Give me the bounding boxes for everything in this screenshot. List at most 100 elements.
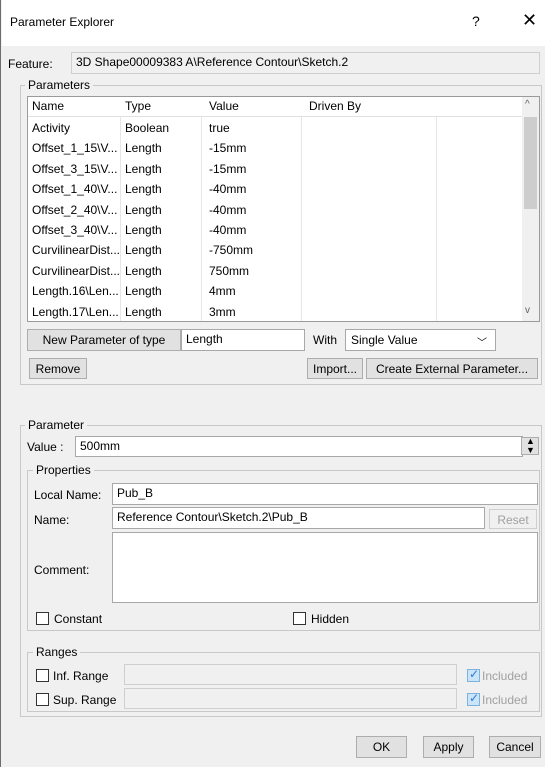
value-label: Value : (27, 440, 64, 454)
spin-down-icon[interactable]: ▼ (526, 445, 535, 455)
scroll-thumb[interactable] (524, 117, 537, 209)
hidden-label: Hidden (311, 612, 350, 626)
parameter-explorer-window: Parameter Explorer ? ✕ Feature: 3D Shape… (0, 0, 545, 767)
table-cell: 3mm (209, 304, 236, 319)
table-row[interactable]: CurvilinearDist... Length 750mm (28, 262, 523, 280)
table-cell: Length (125, 243, 162, 258)
table-cell: Activity (32, 121, 71, 135)
table-cell: Length.17\Len... (32, 304, 119, 319)
table-row[interactable]: Offset_3_15\V... Length -15mm (28, 160, 523, 178)
comment-label: Comment: (34, 563, 90, 577)
table-row[interactable]: CurvilinearDist... Length -750mm (28, 241, 523, 259)
table-cell: Length (125, 284, 162, 299)
table-cell: -40mm (209, 202, 247, 217)
feature-field: 3D Shape00009383 A\Reference Contour\Ske… (71, 52, 540, 74)
chevron-down-icon: ﹀ (477, 338, 487, 349)
sup-range-label: Sup. Range (53, 693, 117, 707)
included-inf-label: Included (482, 669, 528, 683)
scroll-up-icon[interactable]: ^ (525, 99, 530, 110)
cancel-button[interactable]: Cancel (489, 736, 541, 758)
sup-range-field (124, 688, 457, 709)
included-sup-label: Included (482, 693, 528, 707)
table-row[interactable]: Offset_3_40\V... Length -40mm (28, 221, 523, 239)
parameter-group-label: Parameter (25, 418, 88, 432)
table-cell: Offset_3_40\V... (32, 223, 118, 237)
check-icon: ✓ (469, 691, 480, 705)
table-row[interactable]: Offset_1_40\V... Length -40mm (28, 180, 523, 198)
local-name-field[interactable]: Pub_B (112, 483, 538, 505)
local-name-label: Local Name: (34, 488, 102, 502)
with-combobox[interactable]: Single Value ﹀ (345, 329, 496, 351)
table-row[interactable]: Length.16\Len... Length 4mm (28, 282, 523, 300)
ok-button[interactable]: OK (356, 736, 407, 758)
header-value[interactable]: Value (209, 99, 239, 113)
value-field[interactable]: 500mm (75, 436, 523, 457)
table-cell: Length (125, 141, 162, 156)
inf-range-label: Inf. Range (53, 669, 109, 683)
table-row[interactable]: Activity Boolean true (28, 119, 523, 137)
table-cell: CurvilinearDist... (32, 263, 121, 278)
sup-range-checkbox[interactable] (36, 693, 49, 706)
parameters-group-label: Parameters (25, 78, 94, 92)
table-cell: 750mm (209, 263, 250, 278)
table-row[interactable]: Length.17\Len... Length 3mm (28, 303, 523, 321)
table-cell: Length (125, 202, 162, 217)
table-scrollbar[interactable]: ^ v (522, 97, 539, 321)
feature-label: Feature: (8, 57, 53, 71)
help-icon[interactable]: ? (472, 13, 480, 29)
table-cell: CurvilinearDist... (32, 243, 121, 258)
table-cell: Length (125, 161, 162, 176)
table-row[interactable]: Offset_2_40\V... Length -40mm (28, 201, 523, 219)
table-cell: -40mm (209, 223, 247, 237)
table-cell: Length (125, 223, 162, 237)
included-sup-checkbox: ✓ (467, 691, 480, 706)
ranges-group-label: Ranges (33, 645, 81, 659)
table-cell: Length (125, 263, 162, 278)
remove-button[interactable]: Remove (29, 358, 87, 379)
header-driven-by[interactable]: Driven By (309, 99, 361, 113)
value-spinner[interactable]: ▲ ▼ (521, 436, 539, 455)
window-title: Parameter Explorer (10, 15, 115, 29)
table-cell: Length (125, 304, 162, 319)
create-external-parameter-button[interactable]: Create External Parameter... (366, 358, 538, 379)
hidden-checkbox[interactable] (293, 612, 306, 625)
table-cell: 4mm (209, 284, 236, 299)
inf-range-field (124, 664, 457, 685)
constant-checkbox[interactable] (36, 612, 49, 625)
properties-group-label: Properties (33, 463, 94, 477)
new-parameter-button[interactable]: New Parameter of type (27, 329, 181, 351)
table-cell: true (209, 121, 230, 135)
with-value: Single Value (351, 333, 418, 347)
table-cell: -40mm (209, 182, 247, 197)
table-cell: Offset_1_40\V... (32, 182, 118, 197)
apply-button[interactable]: Apply (423, 736, 474, 758)
table-cell: Length (125, 182, 162, 197)
parameters-table[interactable]: Name Type Value Driven By Activity Boolea… (27, 96, 540, 322)
table-row[interactable]: Offset_1_15\V... Length -15mm (28, 139, 523, 157)
close-icon[interactable]: ✕ (522, 10, 537, 31)
name-field[interactable]: Reference Contour\Sketch.2\Pub_B (112, 507, 485, 529)
scroll-down-icon[interactable]: v (525, 305, 530, 316)
header-type[interactable]: Type (125, 99, 151, 113)
table-header: Name Type Value Driven By (28, 97, 523, 117)
table-cell: Boolean (125, 121, 170, 135)
table-cell: -750mm (209, 243, 254, 258)
comment-field[interactable] (112, 532, 538, 603)
constant-label: Constant (54, 612, 103, 626)
table-cell: Offset_1_15\V... (32, 141, 118, 156)
table-cell: Length.16\Len... (32, 284, 119, 299)
table-cell: Offset_2_40\V... (32, 202, 118, 217)
name-label: Name: (34, 513, 70, 527)
table-cell: Offset_3_15\V... (32, 161, 118, 176)
reset-button[interactable]: Reset (489, 509, 537, 529)
import-button[interactable]: Import... (307, 358, 363, 379)
included-inf-checkbox: ✓ (467, 667, 480, 682)
header-name[interactable]: Name (32, 99, 64, 113)
table-cell: -15mm (209, 141, 247, 156)
check-icon: ✓ (469, 667, 480, 681)
parameter-type-field[interactable]: Length (181, 329, 305, 351)
title-bar: Parameter Explorer ? ✕ (2, 0, 545, 46)
table-cell: -15mm (209, 161, 247, 176)
with-label: With (313, 333, 337, 347)
inf-range-checkbox[interactable] (36, 669, 49, 682)
